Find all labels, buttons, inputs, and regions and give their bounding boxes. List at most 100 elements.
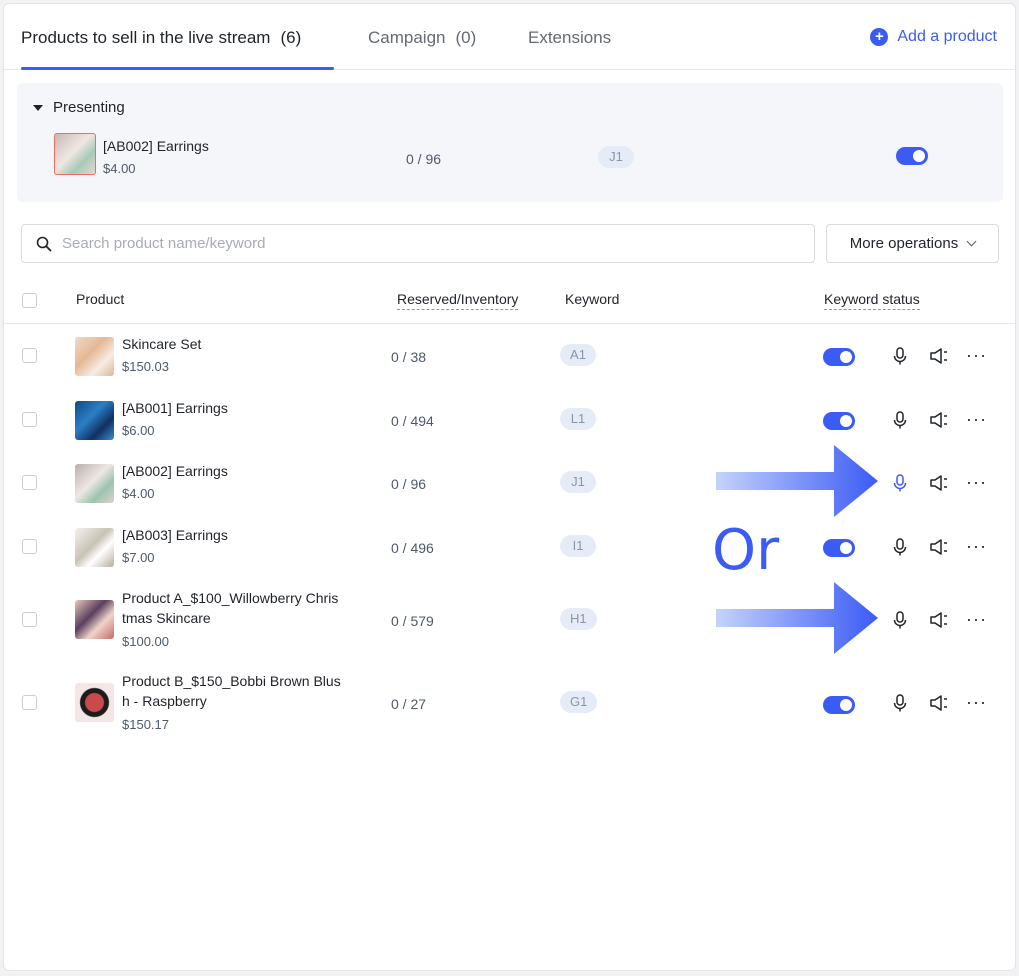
tab-campaign[interactable]: Campaign (0): [368, 28, 476, 48]
keyword-toggle[interactable]: [823, 539, 855, 557]
column-inventory[interactable]: Reserved/Inventory: [397, 291, 519, 310]
product-price: $7.00: [122, 550, 155, 565]
more-options-icon[interactable]: ···: [966, 610, 992, 634]
presenting-label: Presenting: [53, 99, 125, 116]
more-operations-label: More operations: [849, 235, 959, 252]
microphone-icon[interactable]: [889, 472, 911, 494]
microphone-icon[interactable]: [889, 609, 911, 631]
speaker-icon[interactable]: [928, 692, 950, 714]
product-inventory: 0 / 96: [391, 476, 427, 492]
column-keyword-status[interactable]: Keyword status: [824, 291, 920, 310]
more-options-icon[interactable]: ···: [966, 473, 992, 497]
microphone-icon[interactable]: [889, 692, 911, 714]
keyword-pill: J1: [560, 471, 596, 493]
keyword-toggle[interactable]: [823, 412, 855, 430]
tab-campaign-label: Campaign: [368, 28, 446, 47]
presenting-product-inventory: 0 / 96: [406, 151, 442, 167]
table-header: Product Reserved/Inventory Keyword Keywo…: [4, 280, 1015, 324]
product-inventory: 0 / 496: [391, 540, 434, 556]
row-checkbox[interactable]: [22, 539, 37, 554]
product-price: $150.03: [122, 359, 169, 374]
live-stream-products-panel: Products to sell in the live stream (6) C…: [3, 3, 1016, 971]
product-inventory: 0 / 38: [391, 349, 427, 365]
tab-products-label: Products to sell in the live stream: [21, 28, 271, 47]
caret-down-icon: [33, 104, 43, 111]
keyword-pill: I1: [560, 535, 596, 557]
table-row: Skincare Set $150.03 0 / 38 A1 ···: [4, 324, 1015, 388]
plus-circle-icon: +: [870, 28, 889, 46]
product-thumbnail: [75, 401, 114, 440]
speaker-icon[interactable]: [928, 536, 950, 558]
speaker-icon[interactable]: [928, 472, 950, 494]
product-inventory: 0 / 27: [391, 696, 427, 712]
table-row: Product B_$150_Bobbi Brown Blus h - Rasp…: [4, 661, 1015, 744]
presenting-toggle[interactable]: Presenting: [33, 99, 125, 116]
product-inventory: 0 / 494: [391, 413, 434, 429]
row-checkbox[interactable]: [22, 695, 37, 710]
keyword-toggle[interactable]: [823, 696, 855, 714]
annotation-arrow-icon: [716, 582, 878, 654]
product-price: $100.00: [122, 634, 169, 649]
presenting-product-price: $4.00: [103, 161, 136, 176]
product-thumbnail: [75, 600, 114, 639]
product-name[interactable]: Skincare Set: [122, 334, 367, 354]
presenting-section: Presenting [AB002] Earrings $4.00 0 / 96…: [17, 83, 1003, 202]
presenting-product-thumbnail: [54, 133, 96, 175]
tab-bar: Products to sell in the live stream (6) C…: [4, 4, 1015, 70]
keyword-pill: G1: [560, 691, 598, 713]
tab-extensions[interactable]: Extensions: [528, 28, 611, 48]
search-input[interactable]: [62, 235, 782, 252]
row-checkbox[interactable]: [22, 412, 37, 427]
more-options-icon[interactable]: ···: [966, 346, 992, 370]
column-product: Product: [76, 291, 125, 307]
product-name[interactable]: Product B_$150_Bobbi Brown Blus h - Rasp…: [122, 671, 367, 711]
tab-extensions-label: Extensions: [528, 28, 612, 47]
tab-campaign-count: (0): [455, 28, 477, 47]
product-price: $4.00: [122, 486, 155, 501]
product-price: $6.00: [122, 423, 155, 438]
product-thumbnail: [75, 464, 114, 503]
presenting-keyword-toggle[interactable]: [896, 147, 928, 165]
more-options-icon[interactable]: ···: [966, 537, 992, 561]
add-product-button[interactable]: + Add a product: [870, 28, 997, 46]
product-thumbnail: [75, 337, 114, 376]
row-checkbox[interactable]: [22, 475, 37, 490]
add-product-label: Add a product: [897, 28, 997, 45]
tab-products-count: (6): [280, 28, 302, 47]
keyword-pill: J1: [598, 146, 634, 168]
annotation-arrow-icon: [716, 445, 878, 517]
product-name[interactable]: Product A_$100_Willowberry Chris tmas Sk…: [122, 588, 367, 628]
speaker-icon[interactable]: [928, 345, 950, 367]
table-row: [AB003] Earrings $7.00 0 / 496 I1 ···: [4, 515, 1015, 578]
chevron-down-icon: [966, 236, 977, 247]
keyword-pill: L1: [560, 408, 596, 430]
microphone-icon[interactable]: [889, 409, 911, 431]
speaker-icon[interactable]: [928, 609, 950, 631]
more-operations-dropdown[interactable]: More operations: [826, 224, 999, 263]
column-keyword: Keyword: [565, 291, 620, 307]
product-thumbnail: [75, 683, 114, 722]
keyword-toggle[interactable]: [823, 348, 855, 366]
product-thumbnail: [75, 528, 114, 567]
keyword-pill: A1: [560, 344, 596, 366]
microphone-icon[interactable]: [889, 536, 911, 558]
more-options-icon[interactable]: ···: [966, 410, 992, 434]
table-row: [AB001] Earrings $6.00 0 / 494 L1 ···: [4, 388, 1015, 451]
row-checkbox[interactable]: [22, 348, 37, 363]
product-price: $150.17: [122, 717, 169, 732]
product-name[interactable]: [AB002] Earrings: [122, 461, 367, 481]
product-inventory: 0 / 579: [391, 613, 434, 629]
keyword-pill: H1: [560, 608, 597, 630]
microphone-icon[interactable]: [889, 345, 911, 367]
product-name[interactable]: [AB003] Earrings: [122, 525, 367, 545]
active-tab-indicator: [21, 67, 334, 70]
presenting-product-keyword: J1: [598, 146, 634, 168]
presenting-product-name: [AB002] Earrings: [103, 138, 209, 154]
select-all-checkbox[interactable]: [22, 293, 37, 308]
row-checkbox[interactable]: [22, 612, 37, 627]
product-name[interactable]: [AB001] Earrings: [122, 398, 367, 418]
annotation-or-text: Or: [712, 518, 780, 583]
speaker-icon[interactable]: [928, 409, 950, 431]
more-options-icon[interactable]: ···: [966, 693, 992, 717]
tab-products[interactable]: Products to sell in the live stream (6): [21, 28, 301, 48]
